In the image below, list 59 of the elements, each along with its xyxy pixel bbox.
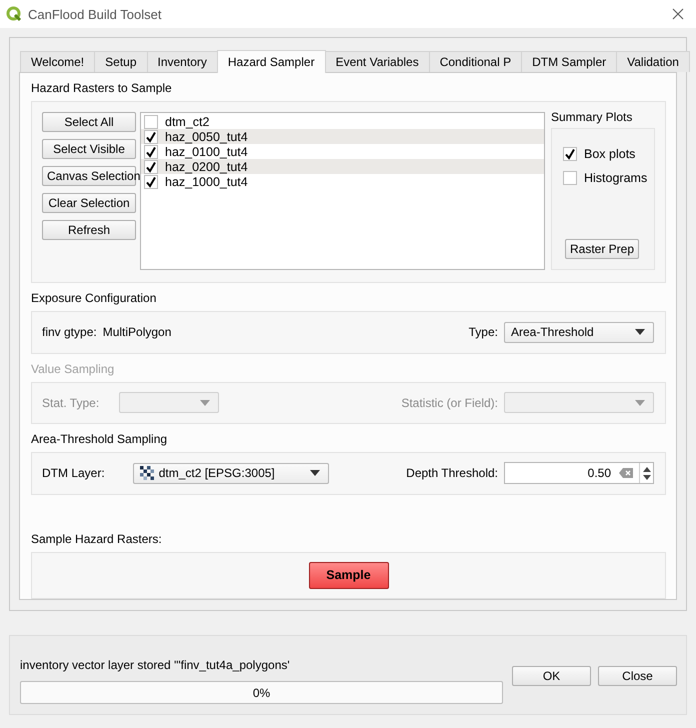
clear-icon[interactable] — [619, 468, 633, 478]
tab[interactable]: Inventory — [146, 51, 218, 72]
list-button[interactable]: Select Visible — [42, 139, 136, 159]
checkbox-label: Histograms — [584, 170, 648, 184]
sample-button[interactable]: Sample — [308, 562, 388, 589]
field-label: Type: — [468, 325, 498, 340]
close-icon[interactable] — [672, 8, 684, 20]
dropdown-arrow-icon — [635, 400, 645, 406]
tab[interactable]: Setup — [94, 51, 148, 72]
layer-name: haz_0100_tut4 — [165, 144, 248, 158]
field-label: Stat. Type: — [42, 396, 100, 410]
tab[interactable]: Welcome! — [20, 51, 96, 72]
checkbox-label: Box plots — [584, 146, 636, 160]
section-title: Hazard Rasters to Sample — [31, 80, 173, 97]
field-value: MultiPolygon — [102, 325, 172, 340]
app-logo-icon — [6, 6, 22, 22]
window-title: CanFlood Build Toolset — [28, 6, 162, 22]
raster-layer-icon — [140, 466, 154, 480]
dropdown-arrow-icon — [635, 329, 645, 336]
step-down-icon[interactable] — [642, 474, 650, 480]
dialog-button[interactable]: OK — [512, 666, 591, 686]
checkbox[interactable] — [144, 114, 158, 128]
step-up-icon[interactable] — [642, 466, 650, 472]
list-button[interactable]: Clear Selection — [42, 193, 136, 213]
checkbox[interactable] — [144, 130, 158, 144]
layer-name: dtm_ct2 — [165, 114, 210, 128]
type-dropdown[interactable]: Area-Threshold — [504, 322, 654, 343]
section-title: Sample Hazard Rasters: — [31, 530, 163, 548]
depth-spinbox[interactable]: 0.50 — [504, 462, 654, 484]
tab[interactable]: Conditional P — [428, 51, 522, 72]
checkbox[interactable] — [563, 170, 577, 184]
field-label: Statistic (or Field): — [401, 396, 498, 410]
status-message: inventory vector layer stored "'finv_tut4a_polygons' — [20, 658, 291, 672]
section-title: Area-Threshold Sampling — [31, 431, 168, 448]
section-title: Value Sampling — [31, 360, 116, 378]
section-title: Summary Plots — [551, 110, 634, 126]
section-title: Exposure Configuration — [31, 290, 158, 307]
layer-dropdown[interactable]: dtm_ct2 [EPSG:3005] — [132, 462, 329, 484]
checkbox[interactable] — [144, 160, 158, 174]
checkbox[interactable] — [144, 174, 158, 188]
layer-name: haz_1000_tut4 — [165, 174, 248, 188]
dropdown-arrow-icon — [310, 470, 320, 476]
dialog-button[interactable]: Close — [598, 666, 677, 686]
list-button[interactable]: Refresh — [42, 220, 136, 240]
layer-name: haz_0050_tut4 — [165, 130, 248, 144]
tab[interactable]: Validation — [616, 51, 690, 72]
tab[interactable]: DTM Sampler — [521, 51, 618, 72]
progress-text: 0% — [252, 686, 270, 700]
dropdown-arrow-icon — [200, 400, 210, 406]
tab[interactable]: Event Variables — [324, 51, 430, 72]
list-button[interactable]: Select All — [42, 112, 136, 132]
layer-name: haz_0200_tut4 — [165, 160, 248, 174]
field-label: finv gtype: — [42, 325, 97, 340]
checkbox[interactable] — [563, 146, 577, 160]
tab[interactable]: Hazard Sampler — [216, 50, 326, 73]
raster-prep-button[interactable]: Raster Prep — [565, 239, 640, 259]
checkbox[interactable] — [144, 144, 158, 158]
field-label: DTM Layer: — [42, 466, 105, 480]
field-label: Depth Threshold: — [406, 466, 498, 480]
